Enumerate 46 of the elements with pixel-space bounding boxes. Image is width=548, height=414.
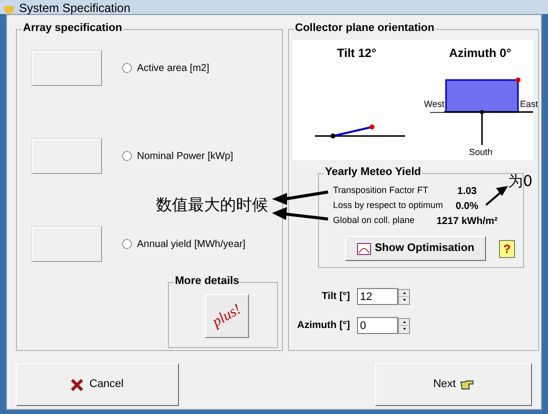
spin-buttons[interactable] — [398, 288, 410, 304]
west-label: West — [424, 98, 444, 112]
radio-button[interactable] — [122, 151, 132, 161]
up-arrow-icon — [402, 292, 406, 294]
group-title: Yearly Meteo Yield — [324, 165, 422, 179]
cancel-button[interactable]: Cancel — [16, 363, 179, 406]
yield-value: 1.03 — [457, 184, 477, 198]
annotation-arrow — [272, 190, 328, 205]
radio-option[interactable]: Annual yield [MWh/year] — [122, 236, 246, 252]
field-label: Azimuth [°] — [296, 319, 351, 333]
radio-option[interactable]: Active area [m2] — [122, 60, 210, 76]
chart-icon — [356, 242, 371, 254]
radio-button[interactable] — [122, 63, 132, 73]
pointing-hand-icon — [460, 380, 474, 390]
yield-value: 1217 kWh/m² — [436, 214, 498, 228]
down-arrow-icon — [402, 328, 406, 330]
show-optimisation-button[interactable]: Show Optimisation — [345, 236, 486, 261]
spin-buttons[interactable] — [398, 318, 410, 334]
app-icon — [4, 6, 14, 14]
annotation-arrow — [485, 186, 508, 206]
input-field[interactable] — [31, 50, 102, 86]
yield-value: 0.0% — [456, 200, 478, 214]
annotation-text: 为0 — [508, 172, 533, 190]
down-arrow-icon — [402, 299, 406, 302]
azimuth-title: Azimuth 0° — [449, 45, 512, 62]
yield-label: Loss by respect to optimum — [333, 199, 444, 212]
help-button[interactable]: ? — [499, 240, 515, 258]
input-field[interactable] — [31, 138, 102, 174]
group-title: Collector plane orientation — [294, 21, 436, 35]
field-label: Tilt [°] — [320, 290, 351, 304]
up-arrow-icon — [402, 320, 406, 323]
group-title: Array specification — [22, 21, 124, 35]
tilt-title: Tilt 12° — [337, 45, 376, 62]
east-label: East — [520, 98, 538, 111]
close-icon — [71, 378, 84, 390]
input-field[interactable]: 12 — [357, 288, 398, 305]
south-label: South — [469, 146, 493, 159]
radio-option[interactable]: Nominal Power [kWp] — [122, 148, 234, 164]
annotation-text: 数值最大的时候 — [156, 195, 268, 215]
input-field[interactable] — [31, 226, 102, 262]
radio-button[interactable] — [122, 239, 132, 249]
next-button[interactable]: Next — [375, 363, 532, 406]
window-title: System Specification — [19, 2, 130, 14]
annotation-arrow — [272, 207, 328, 220]
yield-label: Transposition Factor FT — [333, 184, 430, 198]
input-field[interactable]: 0 — [357, 317, 398, 334]
